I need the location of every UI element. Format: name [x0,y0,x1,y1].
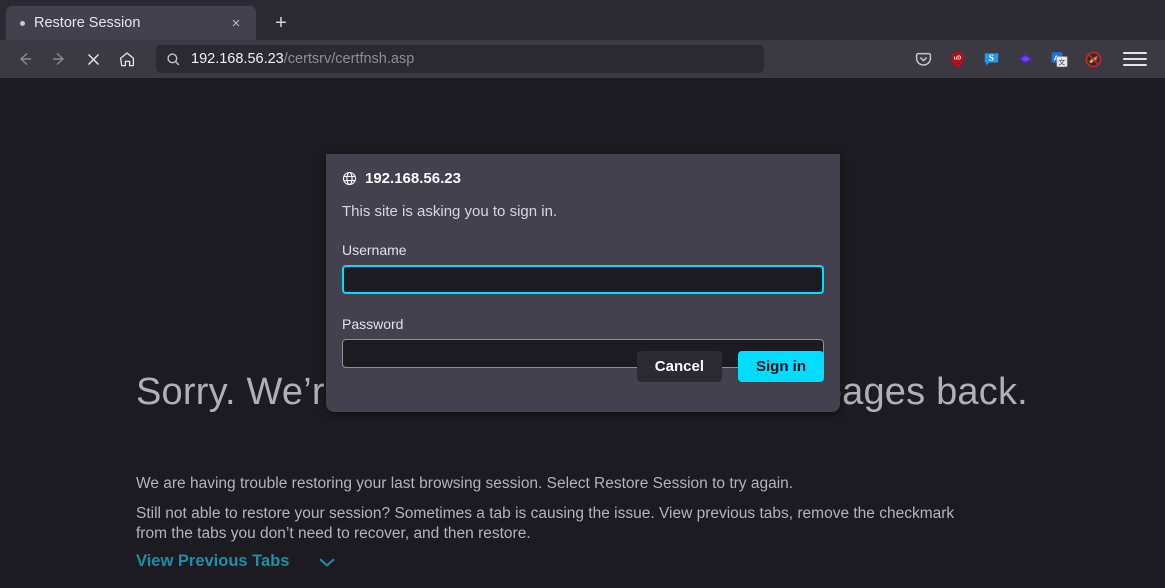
url-bar[interactable]: 192.168.56.23/certsrv/certfnsh.asp [156,45,764,73]
dot-placeholder-icon [20,20,25,26]
sign-in-button[interactable]: Sign in [738,351,824,382]
svg-text:uD: uD [953,55,960,61]
chevron-down-icon [317,556,337,568]
url-path: /certsrv/certfnsh.asp [283,51,415,67]
noscript-icon[interactable] [1083,49,1103,69]
singlefile-icon[interactable]: S [981,49,1001,69]
diamond-extension-icon[interactable] [1015,49,1035,69]
toolbar-extensions: uD S A 文 [913,48,1157,70]
stop-x-icon[interactable] [76,44,110,74]
globe-icon [342,171,357,186]
dialog-message: This site is asking you to sign in. [342,203,558,220]
hamburger-menu-icon[interactable] [1123,48,1147,70]
dialog-host-text: 192.168.56.23 [365,170,461,187]
back-arrow-icon[interactable] [8,44,42,74]
tab-restore-session[interactable]: Restore Session × [6,6,256,40]
close-icon[interactable]: × [226,13,246,33]
username-input[interactable] [342,265,824,294]
dialog-host-row: 192.168.56.23 [342,170,824,187]
navigation-toolbar: 192.168.56.23/certsrv/certfnsh.asp uD S … [0,40,1165,78]
search-icon [166,52,181,67]
restore-session-page: Sorry. We’re having trouble getting your… [0,78,1165,588]
home-icon[interactable] [110,44,144,74]
username-label: Username [342,242,407,258]
tab-strip: Restore Session × + [0,0,1165,40]
svg-text:S: S [988,53,993,63]
forward-arrow-icon[interactable] [42,44,76,74]
new-tab-button[interactable]: + [264,6,298,40]
view-previous-tabs-label: View Previous Tabs [136,552,290,570]
tab-title: Restore Session [34,15,141,31]
cancel-button[interactable]: Cancel [636,351,722,382]
page-paragraph-2: Still not able to restore your session? … [136,505,955,542]
svg-text:文: 文 [1058,57,1065,66]
ublock-origin-icon[interactable]: uD [947,49,967,69]
pocket-icon[interactable] [913,49,933,69]
browser-window: Restore Session × + 192.168.56.23/certsr… [0,0,1165,588]
password-label: Password [342,316,404,332]
url-host: 192.168.56.23 [191,51,284,67]
authentication-dialog: 192.168.56.23 This site is asking you to… [326,154,840,412]
page-paragraph-1: We are having trouble restoring your las… [136,475,794,492]
dialog-buttons: Cancel Sign in [636,351,824,382]
translate-icon[interactable]: A 文 [1049,49,1069,69]
view-previous-tabs-toggle[interactable]: View Previous Tabs [136,552,337,571]
